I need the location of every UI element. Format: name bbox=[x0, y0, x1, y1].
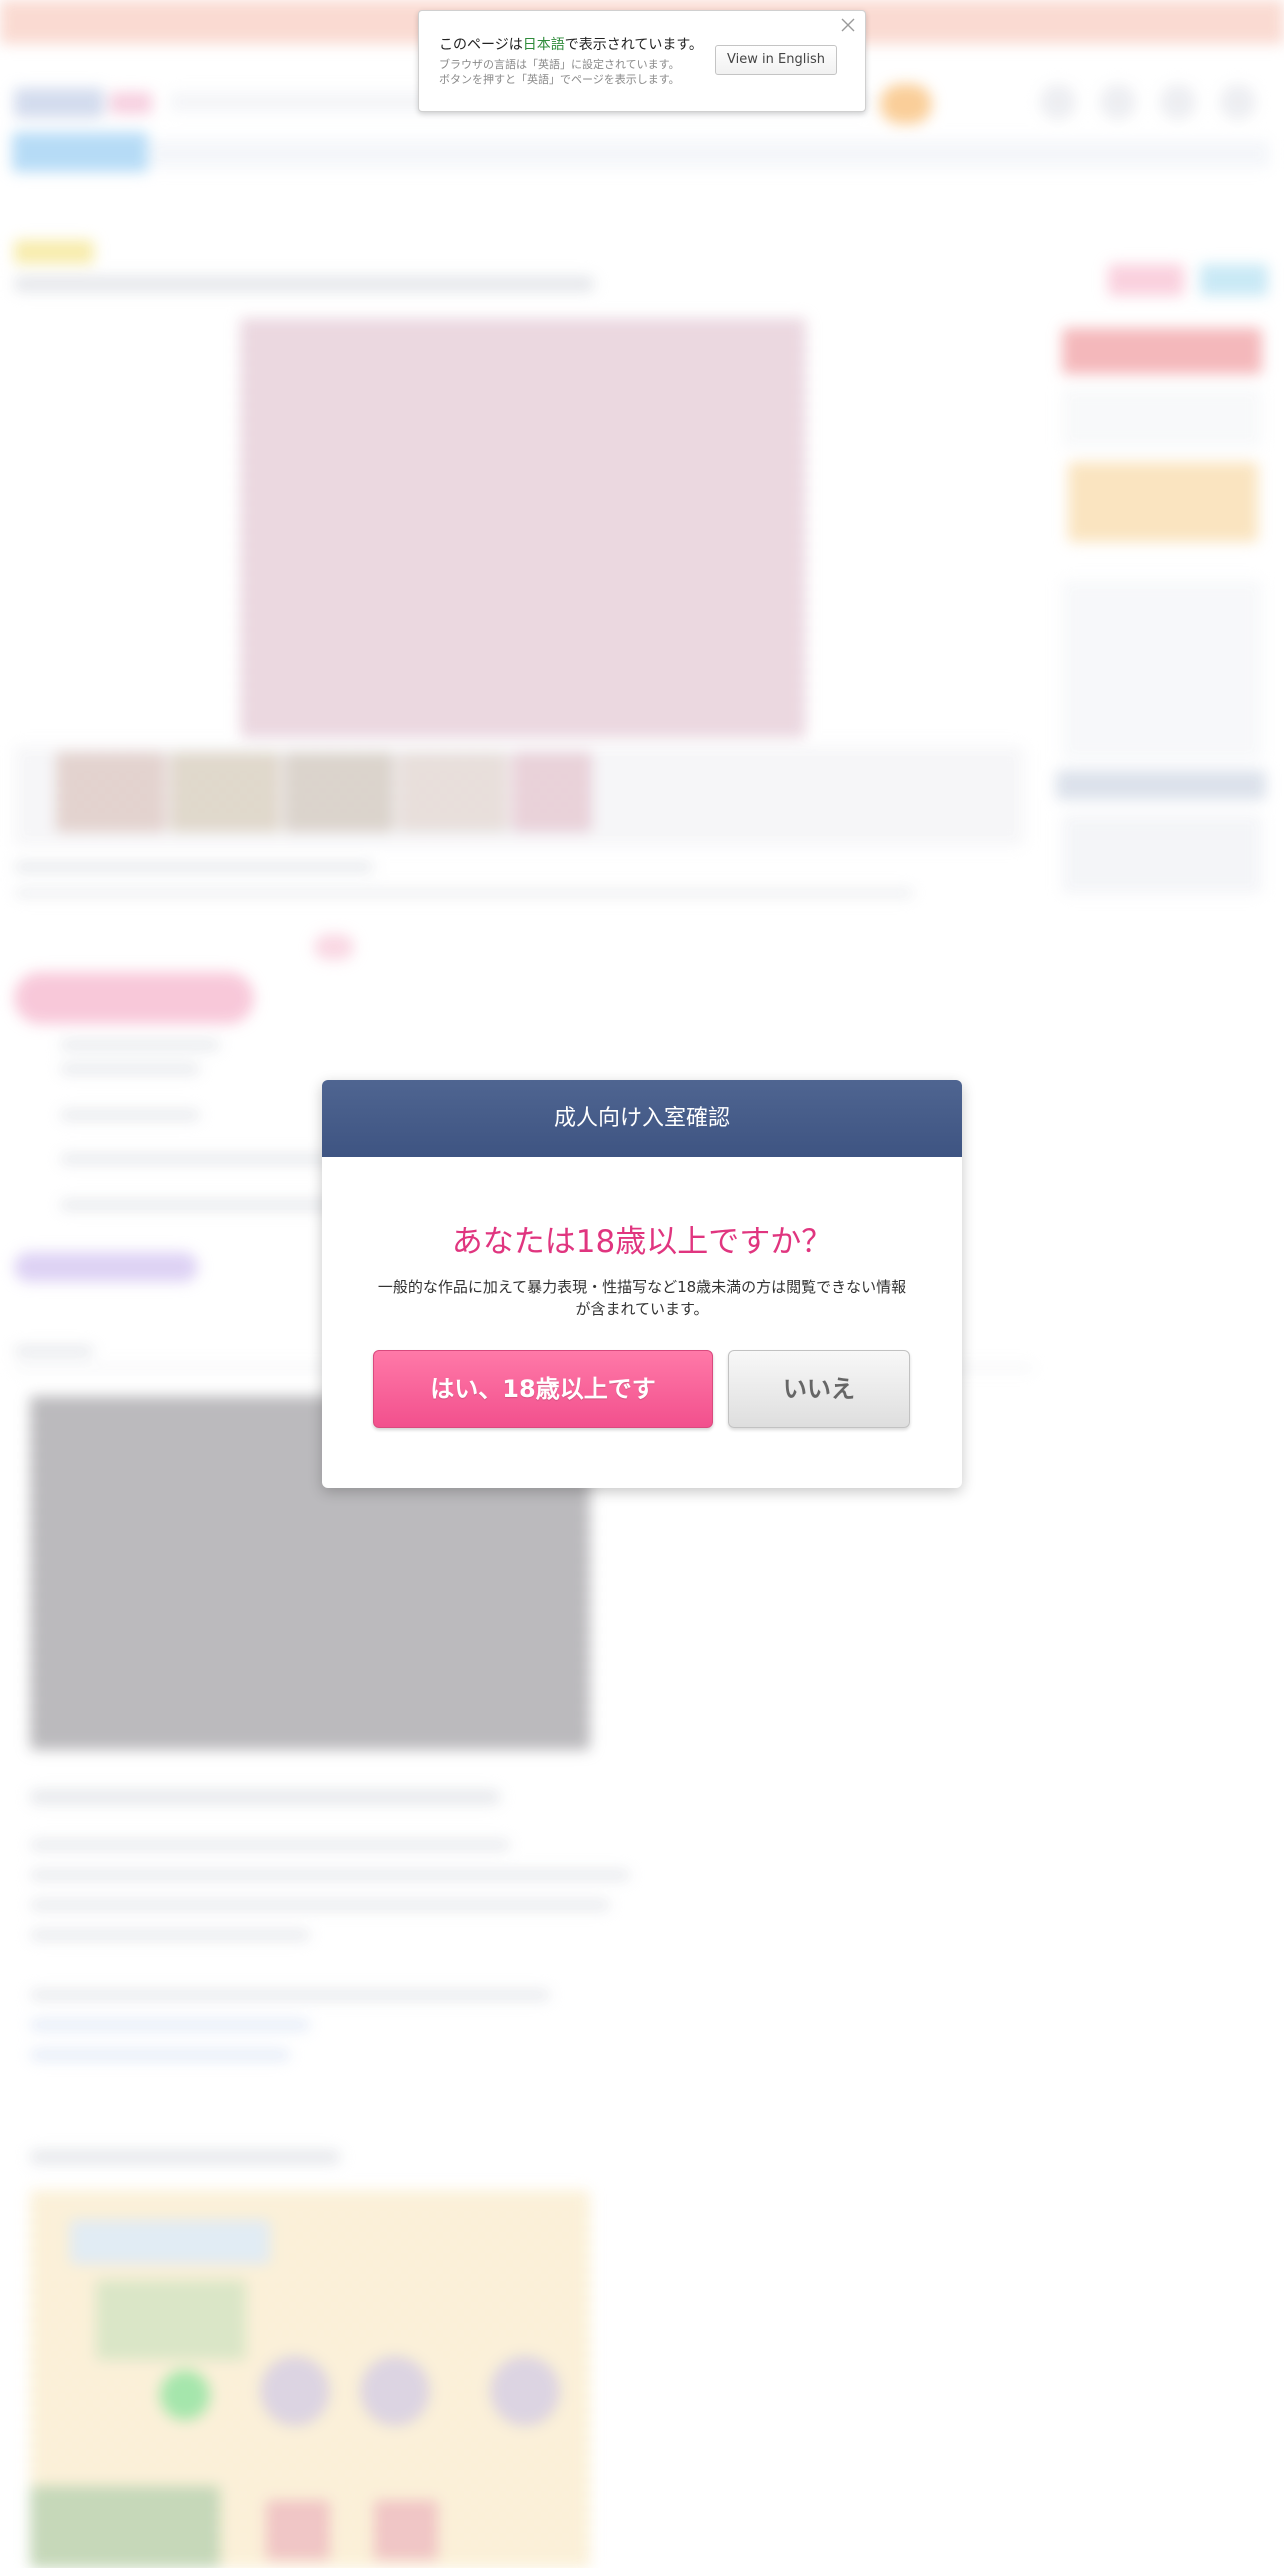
language-notice-sub-line1: ブラウザの言語は「英語」に設定されています。 bbox=[439, 58, 680, 71]
language-notice-message: このページは日本語で表示されています。 bbox=[439, 34, 703, 54]
language-notice-subtext: ブラウザの言語は「英語」に設定されています。 ボタンを押すと「英語」でページを表… bbox=[439, 57, 729, 87]
language-notice-text-end: で表示されています。 bbox=[564, 37, 703, 53]
language-notice-popup: このページは日本語で表示されています。 ブラウザの言語は「英語」に設定されていま… bbox=[418, 10, 866, 112]
decline-button[interactable]: いいえ bbox=[728, 1350, 910, 1428]
close-icon[interactable] bbox=[839, 16, 857, 34]
language-notice-highlight: 日本語 bbox=[522, 37, 565, 53]
age-modal-title: 成人向け入室確認 bbox=[322, 1080, 962, 1157]
language-notice-text: このページは bbox=[439, 37, 523, 53]
age-notice-text: 一般的な作品に加えて暴力表現・性描写など18歳未満の方は閲覧できない情報が含まれ… bbox=[377, 1278, 907, 1318]
age-question: あなたは18歳以上ですか？ bbox=[451, 1224, 833, 1260]
language-notice-sub-line2: ボタンを押すと「英語」でページを表示します。 bbox=[439, 73, 680, 86]
view-in-english-button[interactable]: View in English bbox=[715, 45, 837, 75]
age-verification-modal: 成人向け入室確認 あなたは18歳以上ですか？ 一般的な作品に加えて暴力表現・性描… bbox=[322, 1080, 962, 1488]
confirm-adult-button[interactable]: はい、18歳以上です bbox=[373, 1350, 713, 1428]
